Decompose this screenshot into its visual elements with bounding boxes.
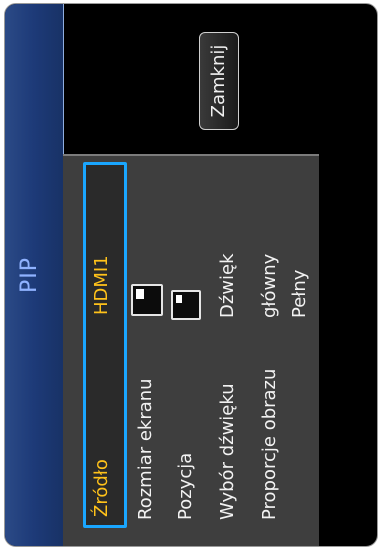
- pip-size-icon: [131, 284, 163, 316]
- setting-label-position: Pozycja: [175, 452, 196, 520]
- setting-label-aspect-ratio: Proporcje obrazu: [259, 368, 280, 520]
- settings-panel: Źródło HDMI1 Rozmiar ekranu Pozycja Wybó…: [63, 154, 319, 546]
- setting-value-sound-select: Dźwięk: [217, 253, 238, 318]
- setting-value-source: HDMI1: [91, 255, 112, 315]
- setting-row-position[interactable]: Pozycja: [167, 168, 205, 528]
- setting-label-screen-size: Rozmiar ekranu: [135, 378, 156, 520]
- dialog-title: PIP: [17, 256, 42, 294]
- close-button[interactable]: Zamknij: [199, 32, 239, 130]
- setting-row-aspect-value: Pełny: [289, 168, 317, 528]
- setting-value-aspect-ratio: główny: [259, 253, 280, 318]
- pip-dialog-stage: PIP Źródło HDMI1 Rozmiar ekranu Pozycja …: [0, 0, 382, 551]
- setting-label-source: Źródło: [91, 459, 112, 517]
- setting-row-aspect-ratio[interactable]: Proporcje obrazu główny: [251, 168, 289, 528]
- dialog-titlebar: PIP: [5, 4, 64, 546]
- setting-value-full: Pełny: [289, 269, 310, 318]
- setting-row-source[interactable]: Źródło HDMI1: [83, 162, 127, 528]
- setting-row-sound-select[interactable]: Wybór dźwięku Dźwięk: [209, 168, 247, 528]
- pip-dialog: PIP Źródło HDMI1 Rozmiar ekranu Pozycja …: [4, 3, 378, 547]
- setting-label-sound-select: Wybór dźwięku: [217, 383, 238, 520]
- setting-row-screen-size[interactable]: Rozmiar ekranu: [127, 168, 165, 528]
